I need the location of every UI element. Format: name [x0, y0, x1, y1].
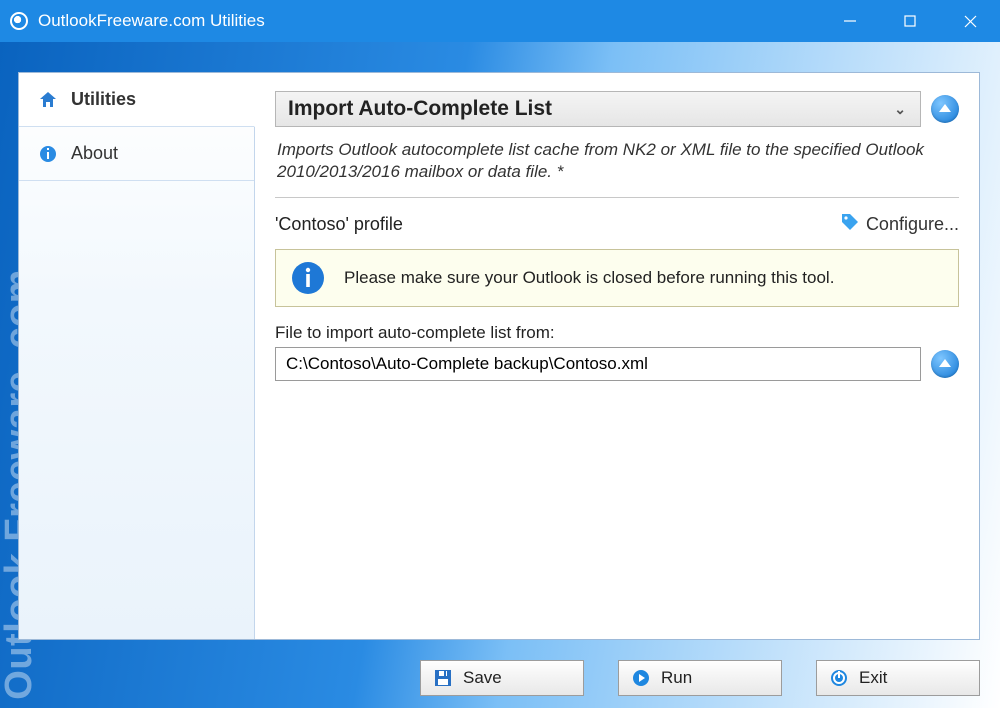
sidebar-item-about[interactable]: About: [19, 127, 254, 181]
save-button-label: Save: [463, 668, 502, 688]
sidebar-item-label: Utilities: [71, 89, 136, 110]
save-icon: [433, 668, 453, 688]
title-bar: OutlookFreeware.com Utilities: [0, 0, 1000, 42]
browse-file-button[interactable]: [931, 350, 959, 378]
info-message: Please make sure your Outlook is closed …: [344, 268, 834, 288]
utility-heading-dropdown[interactable]: Import Auto-Complete List ⌄: [275, 91, 921, 127]
client-area: Outlook Freeware .com Utilities About: [0, 42, 1000, 708]
tag-icon: [840, 212, 860, 237]
info-box: Please make sure your Outlook is closed …: [275, 249, 959, 307]
save-button[interactable]: Save: [420, 660, 584, 696]
sidebar-item-label: About: [71, 143, 118, 164]
chevron-down-icon: ⌄: [894, 101, 906, 118]
close-button[interactable]: [940, 0, 1000, 42]
run-button[interactable]: Run: [618, 660, 782, 696]
exit-button[interactable]: Exit: [816, 660, 980, 696]
window-controls: [820, 0, 1000, 42]
profile-row: 'Contoso' profile Configure...: [275, 212, 959, 237]
bottom-button-bar: Save Run Exit: [420, 660, 980, 696]
sidebar: Utilities About: [19, 73, 255, 639]
close-icon: [964, 15, 977, 28]
file-path-input[interactable]: [275, 347, 921, 381]
minimize-button[interactable]: [820, 0, 880, 42]
exit-button-label: Exit: [859, 668, 887, 688]
sidebar-item-utilities[interactable]: Utilities: [19, 73, 255, 127]
info-icon: [37, 143, 59, 165]
maximize-icon: [904, 15, 916, 27]
info-circle-icon: [290, 260, 326, 296]
power-icon: [829, 668, 849, 688]
window-title: OutlookFreeware.com Utilities: [38, 11, 820, 31]
play-icon: [631, 668, 651, 688]
content-area: Import Auto-Complete List ⌄ Imports Outl…: [255, 73, 979, 639]
configure-link[interactable]: Configure...: [840, 212, 959, 237]
utility-description: Imports Outlook autocomplete list cache …: [275, 133, 959, 198]
configure-label: Configure...: [866, 214, 959, 235]
eject-button-top[interactable]: [931, 95, 959, 123]
heading-row: Import Auto-Complete List ⌄: [275, 91, 959, 127]
file-row: [275, 347, 959, 381]
minimize-icon: [843, 14, 857, 28]
main-panel: Utilities About Import Auto-Complete Lis…: [18, 72, 980, 640]
maximize-button[interactable]: [880, 0, 940, 42]
app-icon: [10, 12, 28, 30]
run-button-label: Run: [661, 668, 692, 688]
file-field-label: File to import auto-complete list from:: [275, 323, 959, 343]
profile-text: 'Contoso' profile: [275, 214, 403, 235]
utility-heading-text: Import Auto-Complete List: [288, 97, 552, 121]
home-icon: [37, 89, 59, 111]
